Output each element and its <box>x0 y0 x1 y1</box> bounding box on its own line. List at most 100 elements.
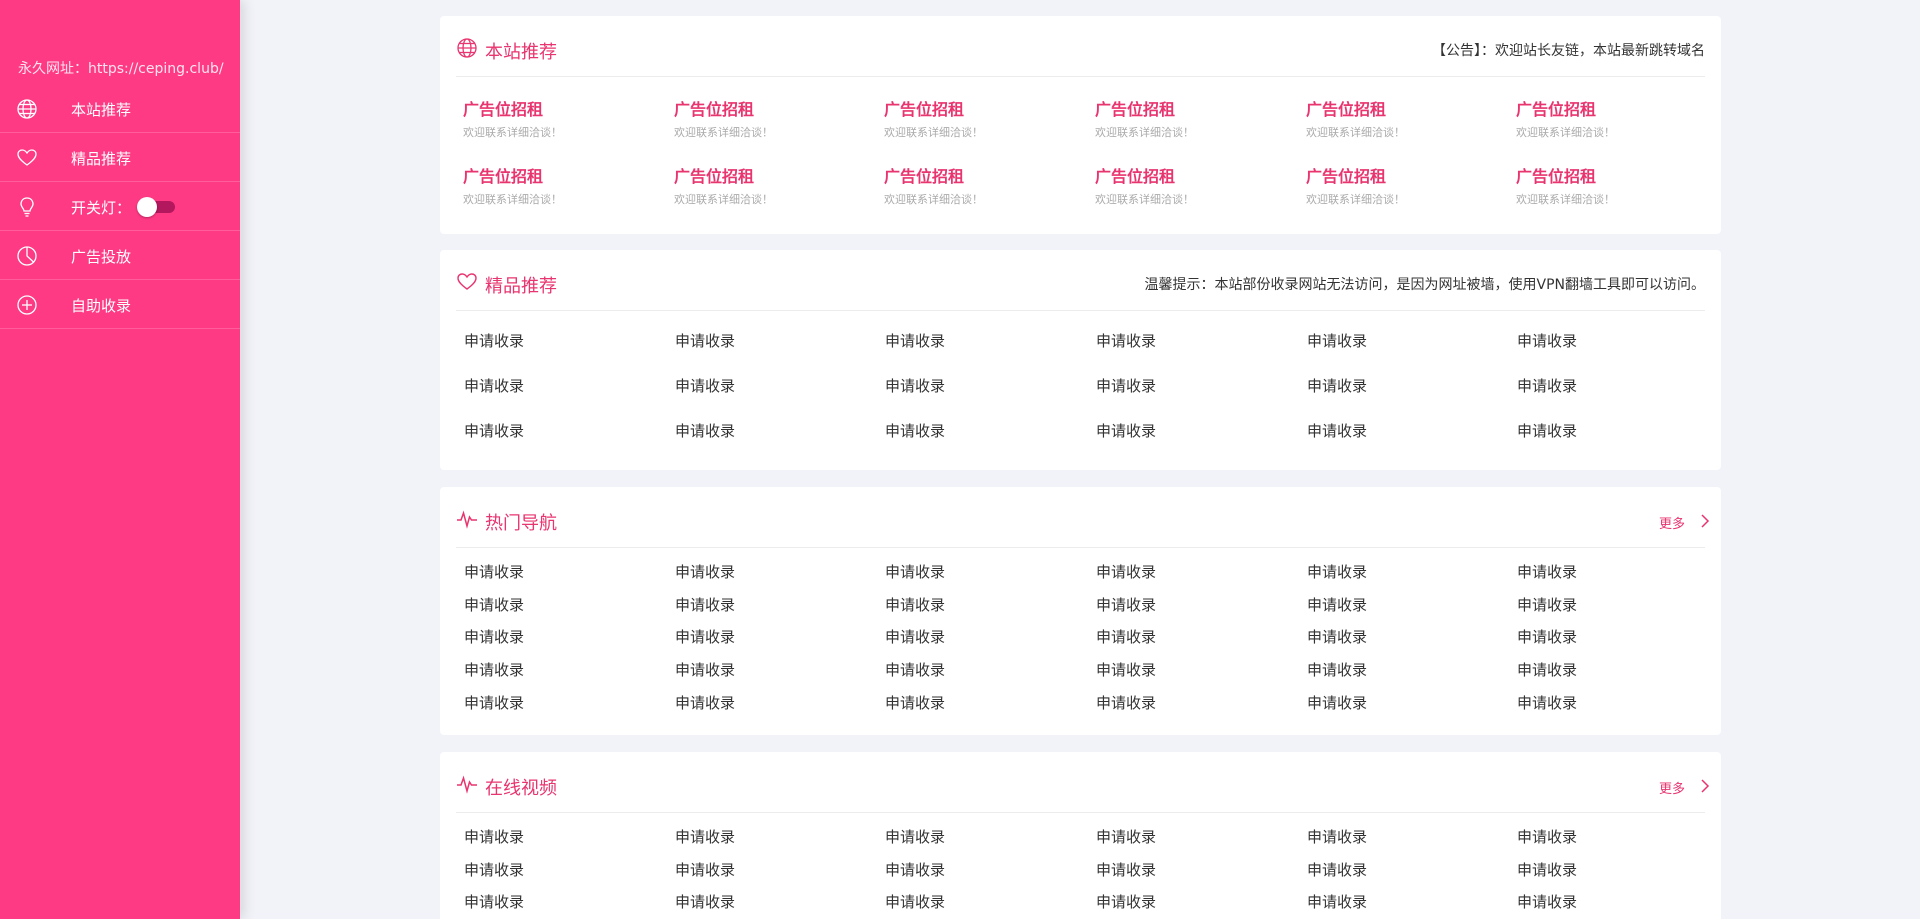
sidebar-item-recommend[interactable]: 本站推荐 <box>0 84 240 133</box>
link-item[interactable]: 申请收录 <box>1517 891 1717 912</box>
link-item[interactable]: 申请收录 <box>675 659 875 680</box>
ad-slot[interactable]: 广告位招租 欢迎联系详细洽谈！ <box>884 96 1084 140</box>
more-link[interactable]: 更多 <box>1659 778 1710 797</box>
link-item[interactable]: 申请收录 <box>1517 659 1717 680</box>
link-item[interactable]: 申请收录 <box>1517 561 1717 582</box>
ad-slot[interactable]: 广告位招租 欢迎联系详细洽谈！ <box>674 163 874 207</box>
link-item[interactable]: 申请收录 <box>1517 826 1717 847</box>
link-item[interactable]: 申请收录 <box>1096 375 1296 396</box>
link-item[interactable]: 申请收录 <box>885 561 1085 582</box>
link-item[interactable]: 申请收录 <box>885 420 1085 441</box>
plus-circle-icon <box>17 295 37 315</box>
link-item[interactable]: 申请收录 <box>464 561 664 582</box>
ad-slot[interactable]: 广告位招租 欢迎联系详细洽谈！ <box>1095 96 1295 140</box>
ad-slot[interactable]: 广告位招租 欢迎联系详细洽谈！ <box>463 163 663 207</box>
link-item[interactable]: 申请收录 <box>464 826 664 847</box>
link-item[interactable]: 申请收录 <box>1517 375 1717 396</box>
link-item[interactable]: 申请收录 <box>1096 594 1296 615</box>
link-item[interactable]: 申请收录 <box>885 330 1085 351</box>
link-item[interactable]: 申请收录 <box>464 692 664 713</box>
ad-title: 广告位招租 <box>674 167 755 186</box>
link-item[interactable]: 申请收录 <box>1517 859 1717 880</box>
link-item[interactable]: 申请收录 <box>1307 659 1507 680</box>
link-item[interactable]: 申请收录 <box>675 561 875 582</box>
link-item[interactable]: 申请收录 <box>1307 375 1507 396</box>
link-item[interactable]: 申请收录 <box>675 330 875 351</box>
ad-title: 广告位招租 <box>884 100 965 119</box>
link-item[interactable]: 申请收录 <box>464 420 664 441</box>
link-item[interactable]: 申请收录 <box>675 692 875 713</box>
link-item[interactable]: 申请收录 <box>675 594 875 615</box>
link-item[interactable]: 申请收录 <box>1307 330 1507 351</box>
card-header: 精品推荐 温馨提示：本站部份收录网站无法访问，是因为网址被墙，使用VPN翻墙工具… <box>456 250 1705 311</box>
link-item[interactable]: 申请收录 <box>885 859 1085 880</box>
link-item[interactable]: 申请收录 <box>1096 692 1296 713</box>
link-item[interactable]: 申请收录 <box>464 859 664 880</box>
link-item[interactable]: 申请收录 <box>885 375 1085 396</box>
ad-title: 广告位招租 <box>674 100 755 119</box>
link-item[interactable]: 申请收录 <box>885 891 1085 912</box>
link-item[interactable]: 申请收录 <box>1517 594 1717 615</box>
link-item[interactable]: 申请收录 <box>675 859 875 880</box>
ad-slot[interactable]: 广告位招租 欢迎联系详细洽谈！ <box>1516 96 1716 140</box>
link-item[interactable]: 申请收录 <box>885 594 1085 615</box>
ad-title: 广告位招租 <box>884 167 965 186</box>
link-item[interactable]: 申请收录 <box>1096 330 1296 351</box>
link-item[interactable]: 申请收录 <box>675 891 875 912</box>
ad-slot[interactable]: 广告位招租 欢迎联系详细洽谈！ <box>1516 163 1716 207</box>
link-item[interactable]: 申请收录 <box>885 692 1085 713</box>
link-item[interactable]: 申请收录 <box>675 826 875 847</box>
link-item[interactable]: 申请收录 <box>464 659 664 680</box>
link-item[interactable]: 申请收录 <box>464 594 664 615</box>
link-item[interactable]: 申请收录 <box>464 375 664 396</box>
boutique-card: 精品推荐 温馨提示：本站部份收录网站无法访问，是因为网址被墙，使用VPN翻墙工具… <box>440 250 1721 470</box>
link-item[interactable]: 申请收录 <box>1096 659 1296 680</box>
ad-title: 广告位招租 <box>1516 100 1597 119</box>
more-link[interactable]: 更多 <box>1659 513 1710 532</box>
sidebar-item-self-submit[interactable]: 自助收录 <box>0 280 240 329</box>
link-item[interactable]: 申请收录 <box>1096 826 1296 847</box>
link-item[interactable]: 申请收录 <box>885 626 1085 647</box>
section-title: 在线视频 <box>485 778 557 799</box>
link-item[interactable]: 申请收录 <box>1096 420 1296 441</box>
link-item[interactable]: 申请收录 <box>675 420 875 441</box>
link-item[interactable]: 申请收录 <box>675 375 875 396</box>
link-item[interactable]: 申请收录 <box>1517 626 1717 647</box>
ad-slot[interactable]: 广告位招租 欢迎联系详细洽谈！ <box>674 96 874 140</box>
link-item[interactable]: 申请收录 <box>1307 420 1507 441</box>
sidebar-item-advertise[interactable]: 广告投放 <box>0 231 240 280</box>
link-item[interactable]: 申请收录 <box>885 826 1085 847</box>
link-item[interactable]: 申请收录 <box>1307 859 1507 880</box>
link-item[interactable]: 申请收录 <box>1307 891 1507 912</box>
link-item[interactable]: 申请收录 <box>1096 561 1296 582</box>
link-item[interactable]: 申请收录 <box>1517 330 1717 351</box>
sidebar: 永久网址：https://ceping.club/ 本站推荐 精品推荐 开关灯： <box>0 0 240 919</box>
ad-slot[interactable]: 广告位招租 欢迎联系详细洽谈！ <box>463 96 663 140</box>
ad-slot[interactable]: 广告位招租 欢迎联系详细洽谈！ <box>1095 163 1295 207</box>
globe-icon <box>457 38 477 58</box>
link-item[interactable]: 申请收录 <box>675 626 875 647</box>
link-item[interactable]: 申请收录 <box>1307 594 1507 615</box>
link-item[interactable]: 申请收录 <box>1096 626 1296 647</box>
link-item[interactable]: 申请收录 <box>464 626 664 647</box>
link-item[interactable]: 申请收录 <box>1517 420 1717 441</box>
heart-icon <box>457 273 477 290</box>
sidebar-item-label: 本站推荐 <box>71 101 132 119</box>
link-item[interactable]: 申请收录 <box>1307 626 1507 647</box>
link-item[interactable]: 申请收录 <box>1096 859 1296 880</box>
link-item[interactable]: 申请收录 <box>1307 561 1507 582</box>
sidebar-item-label: 精品推荐 <box>71 150 132 168</box>
link-item[interactable]: 申请收录 <box>1517 692 1717 713</box>
link-item[interactable]: 申请收录 <box>1096 891 1296 912</box>
sidebar-item-boutique[interactable]: 精品推荐 <box>0 133 240 182</box>
link-item[interactable]: 申请收录 <box>1307 692 1507 713</box>
light-toggle[interactable] <box>137 197 177 217</box>
ad-slot[interactable]: 广告位招租 欢迎联系详细洽谈！ <box>1306 163 1506 207</box>
link-item[interactable]: 申请收录 <box>464 891 664 912</box>
link-item[interactable]: 申请收录 <box>885 659 1085 680</box>
link-item[interactable]: 申请收录 <box>1307 826 1507 847</box>
ad-title: 广告位招租 <box>463 100 544 119</box>
link-item[interactable]: 申请收录 <box>464 330 664 351</box>
ad-slot[interactable]: 广告位招租 欢迎联系详细洽谈！ <box>884 163 1084 207</box>
ad-slot[interactable]: 广告位招租 欢迎联系详细洽谈！ <box>1306 96 1506 140</box>
